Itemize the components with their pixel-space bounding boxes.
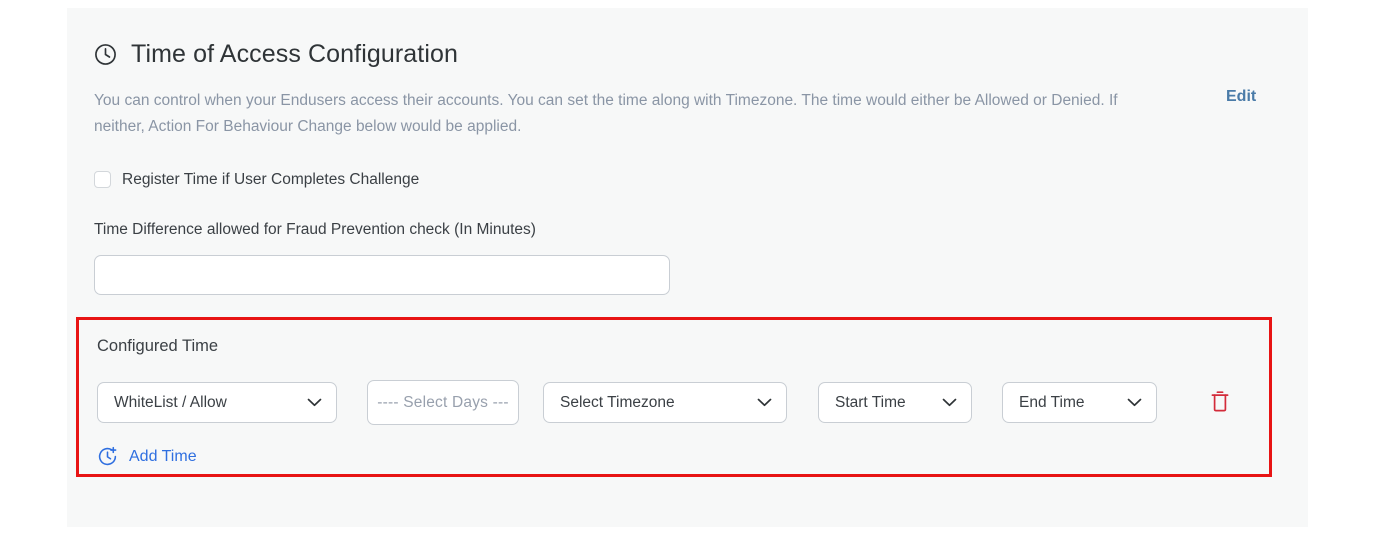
start-time-value: Start Time <box>835 393 906 411</box>
select-days-field[interactable]: ---- Select Days --- <box>367 380 519 425</box>
chevron-down-icon <box>1111 398 1142 407</box>
time-difference-label: Time Difference allowed for Fraud Preven… <box>94 221 536 238</box>
register-time-checkbox[interactable] <box>94 171 111 188</box>
chevron-down-icon <box>291 398 322 407</box>
timezone-select[interactable]: Select Timezone <box>543 382 787 423</box>
end-time-select[interactable]: End Time <box>1002 382 1157 423</box>
time-difference-input[interactable] <box>94 255 670 295</box>
access-mode-select[interactable]: WhiteList / Allow <box>97 382 337 423</box>
page-title: Time of Access Configuration <box>93 42 458 67</box>
clock-icon <box>93 42 118 67</box>
start-time-select[interactable]: Start Time <box>818 382 972 423</box>
access-mode-value: WhiteList / Allow <box>114 393 227 411</box>
time-of-access-card: Time of Access Configuration You can con… <box>67 8 1308 527</box>
page-title-text: Time of Access Configuration <box>131 40 459 68</box>
select-days-value: ---- Select Days --- <box>377 393 509 411</box>
configured-time-title: Configured Time <box>97 337 219 355</box>
end-time-value: End Time <box>1019 393 1085 411</box>
delete-time-row-button[interactable] <box>1207 388 1233 418</box>
chevron-down-icon <box>926 398 957 407</box>
configured-time-section: Configured Time WhiteList / Allow ---- S… <box>76 317 1272 477</box>
edit-link[interactable]: Edit <box>1226 88 1256 106</box>
add-time-button[interactable]: Add Time <box>97 446 197 467</box>
configured-time-row: WhiteList / Allow ---- Select Days --- S… <box>97 380 1233 425</box>
register-time-row[interactable]: Register Time if User Completes Challeng… <box>94 171 419 188</box>
add-time-label: Add Time <box>129 447 197 465</box>
clock-plus-icon <box>97 446 118 467</box>
card-description: You can control when your Endusers acces… <box>94 92 1118 135</box>
register-time-label: Register Time if User Completes Challeng… <box>122 170 420 188</box>
chevron-down-icon <box>741 398 772 407</box>
trash-icon <box>1210 390 1230 416</box>
timezone-value: Select Timezone <box>560 393 675 411</box>
